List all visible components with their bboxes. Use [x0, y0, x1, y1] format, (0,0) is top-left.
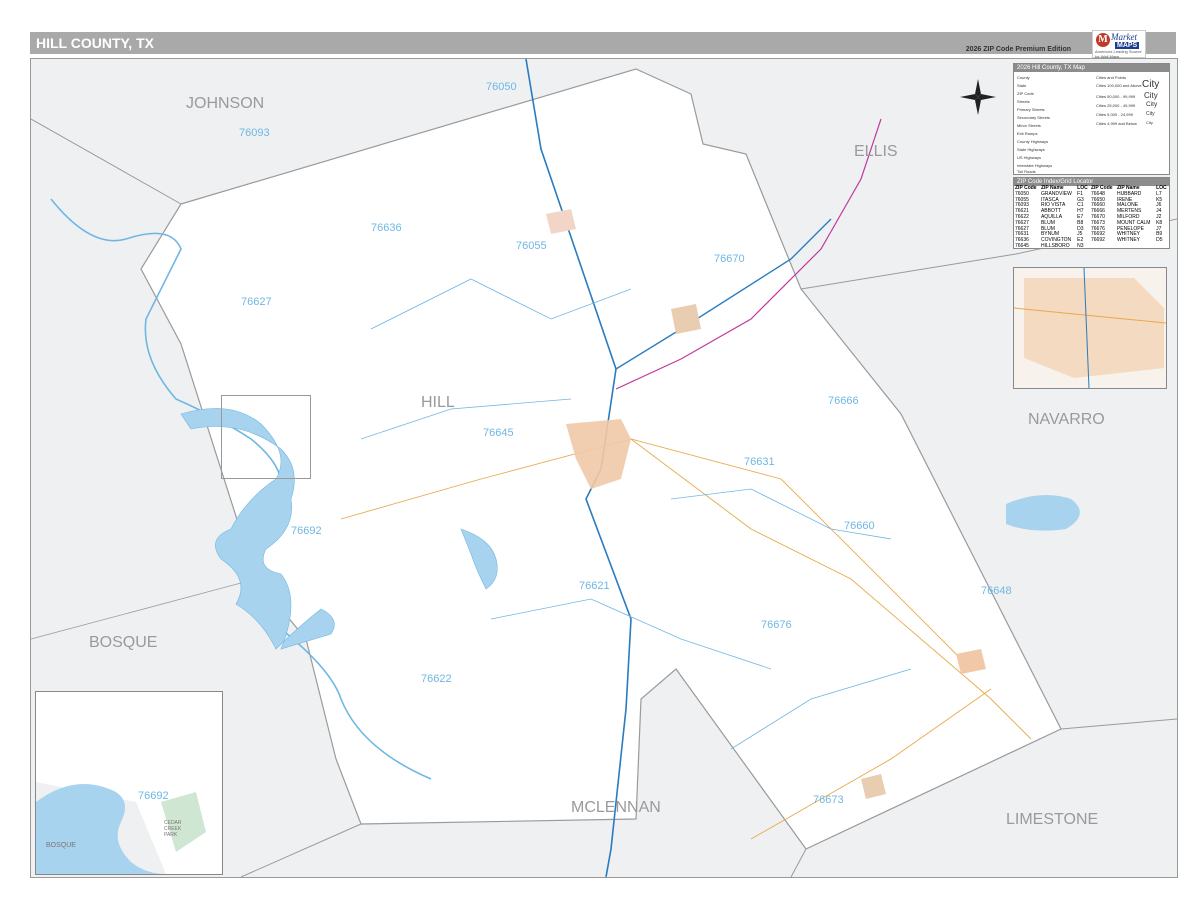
legend-city-class: Cities 100,000 and Above: [1096, 83, 1142, 88]
zip-label: 76055: [516, 240, 547, 252]
legend-cities-title: Cities and Points: [1096, 75, 1127, 80]
county-label-ellis: ELLIS: [854, 143, 898, 160]
hillsboro-inset-map: [1013, 267, 1167, 389]
county-label-bosque: BOSQUE: [89, 634, 158, 651]
county-border: [31, 578, 257, 640]
legend-city-sample: City: [1146, 101, 1158, 108]
zip-index-cell: [1090, 244, 1116, 250]
legend-city-class: Cities 5,000 - 24,999: [1096, 112, 1133, 117]
county-border: [1060, 718, 1177, 730]
legend-item: County Highways: [1017, 139, 1049, 144]
compass-icon: [960, 79, 996, 115]
legend-item: State Highways: [1017, 147, 1045, 152]
zip-label: 76666: [828, 395, 859, 407]
county-label-hill: HILL: [421, 394, 455, 411]
legend-item: Streets: [1017, 99, 1030, 104]
zip-label: 76676: [761, 619, 792, 631]
zip-label: 76648: [981, 585, 1012, 597]
logo-brand-top: Market: [1111, 32, 1137, 42]
lake-whitney-inset: 76692 CEDAR CREEK PARK BOSQUE: [35, 691, 223, 875]
legend-city-class: Cities 50,000 - 99,999: [1096, 94, 1136, 99]
zip-label: 76627: [241, 296, 272, 308]
zip-label: 76050: [486, 81, 517, 93]
inset-county-label: BOSQUE: [46, 842, 76, 849]
county-label-mclennan: MCLENNAN: [571, 799, 661, 816]
contact-info: [1148, 31, 1176, 53]
legend-item: State: [1017, 83, 1027, 88]
legend-item: Interstate Highways: [1017, 163, 1053, 168]
county-label-limestone: LIMESTONE: [1006, 811, 1099, 828]
title-bar: HILL COUNTY, TX 2026 ZIP Code Premium Ed…: [30, 32, 1176, 54]
zip-label: 76660: [844, 520, 875, 532]
legend-city-sample: City: [1144, 91, 1158, 100]
legend-city-sample: City: [1146, 111, 1155, 117]
legend-city-class: Cities 4,999 and Below: [1096, 121, 1137, 126]
navarro-lake: [1006, 495, 1080, 531]
zip-label: 76631: [744, 456, 775, 468]
whitney-inset-outline: [221, 395, 311, 479]
legend-item: US Highways: [1017, 155, 1042, 160]
legend-panel: 2026 Hill County, TX Map County State ZI…: [1013, 63, 1170, 175]
zip-label: 76673: [813, 794, 844, 806]
logo-brand-bottom: MAPS: [1115, 42, 1140, 49]
county-border: [31, 118, 182, 205]
zip-index-table: ZIP Code ZIP Name LOC ZIP Code ZIP Name LOC 7…: [1014, 185, 1169, 250]
edition-label: 2026 ZIP Code Premium Edition: [965, 46, 1071, 53]
legend-city-class: Cities 25,000 - 49,999: [1096, 103, 1136, 108]
legend-item: ZIP Code: [1017, 91, 1034, 96]
market-maps-logo: M Market MAPS America's Leading Source f…: [1092, 30, 1146, 59]
zip-label: 76093: [239, 127, 270, 139]
legend-item: County: [1017, 75, 1030, 80]
zip-index-cell: 76645: [1015, 242, 1029, 249]
inset-zip-label: 76692: [138, 790, 169, 802]
legend-title: 2026 Hill County, TX Map: [1014, 64, 1169, 72]
county-label-navarro: NAVARRO: [1028, 411, 1105, 428]
map-title: HILL COUNTY, TX: [36, 35, 154, 51]
zip-label: 76692: [291, 525, 322, 537]
legend-city-sample: City: [1146, 120, 1153, 125]
county-label-johnson: JOHNSON: [186, 95, 265, 112]
legend-item: Toll Roads: [1017, 169, 1036, 174]
county-border: [240, 823, 362, 877]
legend-item: Primary Streets: [1017, 107, 1045, 112]
legend-item: Secondary Streets: [1017, 115, 1050, 120]
zip-label: 76622: [421, 673, 452, 685]
zip-label: 76636: [371, 222, 402, 234]
zip-index-cell: [1155, 244, 1169, 250]
legend-city-sample: City: [1142, 79, 1160, 90]
county-border: [790, 848, 807, 877]
zip-index-panel: ZIP Code Index/Grid Locator ZIP Code ZIP …: [1013, 177, 1170, 249]
zip-index-row: 76645 HILLSBORO N3: [1014, 242, 1169, 250]
abbott-city: [671, 304, 701, 334]
legend-item: Exit Ramps: [1017, 131, 1038, 136]
logo-m-icon: M: [1096, 33, 1110, 47]
hillsboro-inset: [1013, 267, 1167, 389]
inset-park-label: CEDAR CREEK PARK: [164, 820, 182, 838]
zip-label: 76645: [483, 427, 514, 439]
legend-item: Minor Streets: [1017, 123, 1041, 128]
map-frame: JOHNSON ELLIS HILL NAVARRO BOSQUE MCLENN…: [30, 58, 1178, 878]
zip-index-cell: [1116, 244, 1155, 250]
zip-label: 76621: [579, 580, 610, 592]
zip-index-cell: HILLSBORO: [1040, 242, 1070, 249]
zip-label: 76670: [714, 253, 745, 265]
zip-index-cell: N3: [1077, 242, 1084, 249]
